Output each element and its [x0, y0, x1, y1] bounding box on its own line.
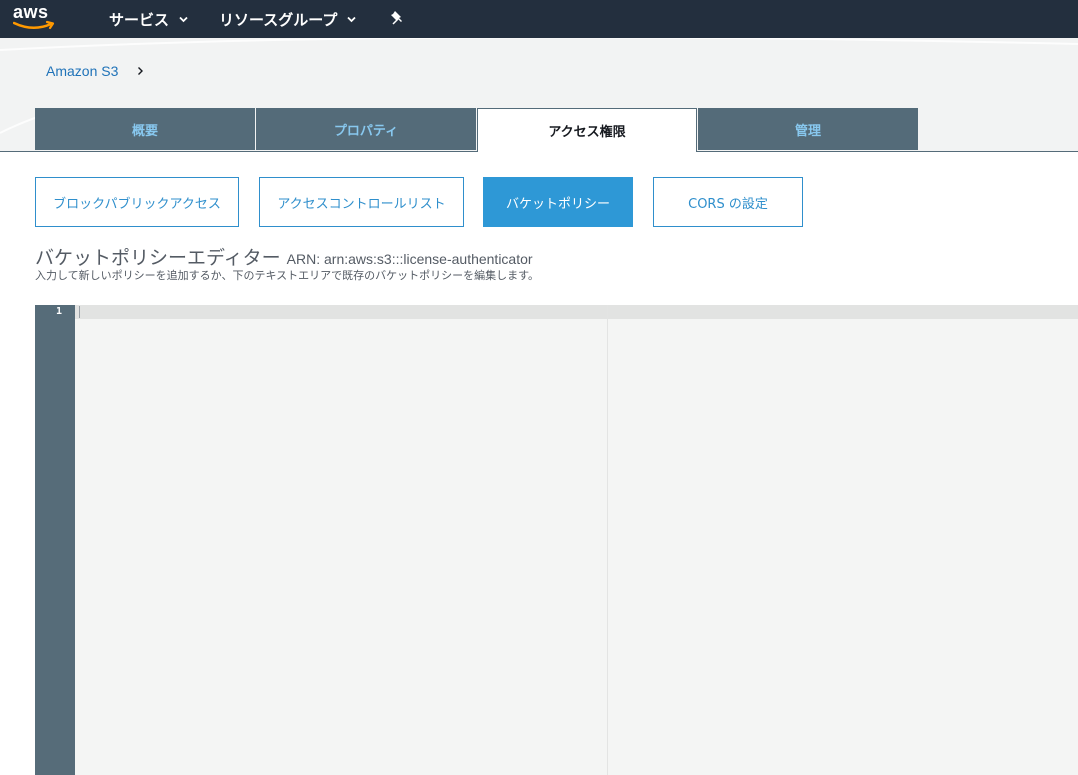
tab-management-label: 管理 — [794, 123, 821, 139]
breadcrumb: Amazon S3 — [46, 63, 145, 79]
resource-groups-menu[interactable]: リソースグループ — [219, 0, 357, 38]
tab-permissions[interactable]: アクセス権限 — [477, 108, 697, 152]
breadcrumb-amazon-s3[interactable]: Amazon S3 — [46, 63, 118, 79]
access-control-list-button[interactable]: アクセスコントロールリスト — [259, 177, 464, 227]
top-navigation-bar: aws サービス リソースグループ — [0, 0, 1078, 38]
chevron-down-icon — [347, 16, 356, 22]
cors-configuration-label: CORS の設定 — [688, 196, 768, 212]
bucket-arn: ARN: arn:aws:s3:::license-authenticator — [286, 251, 533, 267]
editor-title: バケットポリシーエディター — [35, 247, 281, 269]
pin-icon[interactable] — [390, 10, 406, 26]
tab-management[interactable]: 管理 — [698, 108, 918, 150]
active-tab-connector — [478, 151, 696, 152]
bucket-policy-button[interactable]: バケットポリシー — [483, 177, 633, 227]
tab-properties-label: プロパティ — [333, 123, 399, 139]
editor-heading: バケットポリシーエディター ARN: arn:aws:s3:::license-… — [35, 243, 533, 270]
page-header: Amazon S3 概要 プロパティ アクセス権限 管理 — [0, 38, 1078, 152]
block-public-access-label: ブロックパブリックアクセス — [53, 196, 221, 212]
tab-permissions-label: アクセス権限 — [548, 125, 626, 140]
bucket-policy-label: バケットポリシー — [505, 196, 610, 212]
block-public-access-button[interactable]: ブロックパブリックアクセス — [35, 177, 239, 227]
editor-gutter: 1 — [35, 305, 75, 775]
policy-code-editor[interactable]: 1 — [35, 305, 1078, 775]
policy-text-input[interactable] — [79, 305, 1069, 765]
tab-overview[interactable]: 概要 — [35, 108, 255, 150]
tab-overview-label: 概要 — [131, 123, 158, 139]
line-number: 1 — [55, 306, 62, 317]
cors-configuration-button[interactable]: CORS の設定 — [653, 177, 803, 227]
aws-logo[interactable]: aws — [13, 3, 57, 33]
access-control-list-label: アクセスコントロールリスト — [277, 196, 446, 212]
services-menu-label: サービス — [109, 10, 170, 29]
tab-properties[interactable]: プロパティ — [256, 108, 476, 150]
chevron-right-icon — [138, 67, 144, 75]
services-menu[interactable]: サービス — [109, 0, 189, 38]
resource-groups-menu-label: リソースグループ — [219, 10, 338, 29]
aws-logo-text: aws — [13, 2, 49, 22]
editor-description: 入力して新しいポリシーを追加するか、下のテキストエリアで既存のバケットポリシーを… — [35, 269, 540, 282]
aws-smile-icon — [13, 20, 55, 30]
chevron-down-icon — [179, 16, 188, 22]
